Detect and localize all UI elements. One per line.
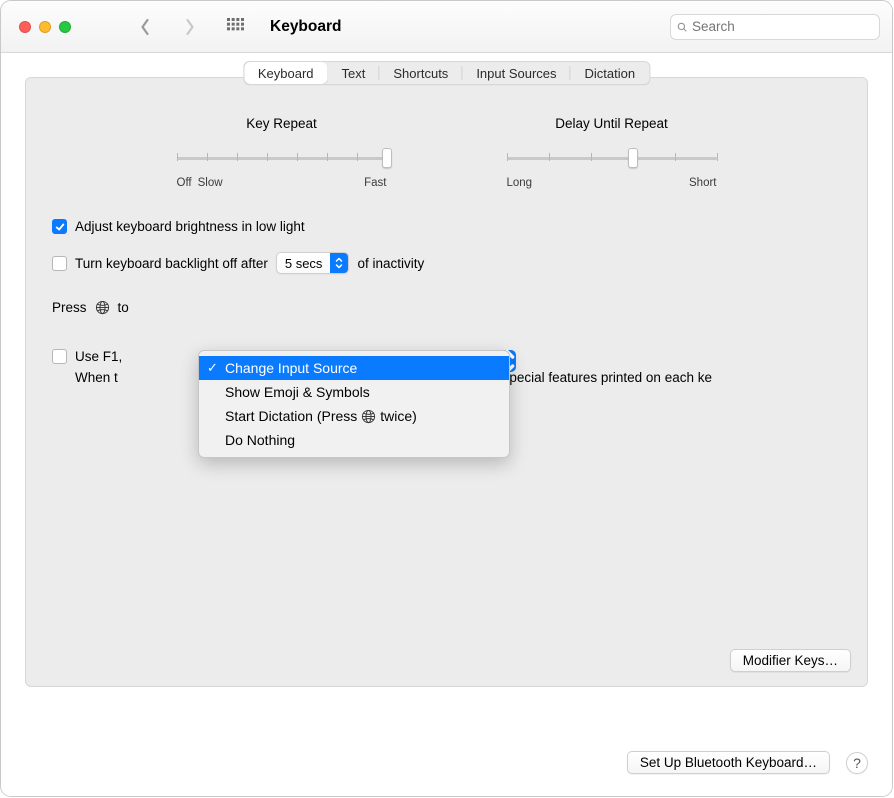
backlight-off-row: Turn keyboard backlight off after 5 secs… <box>52 252 841 274</box>
globe-icon <box>95 300 110 315</box>
tab-bar: KeyboardTextShortcutsInput SourcesDictat… <box>243 61 650 85</box>
search-field[interactable] <box>670 14 880 40</box>
backlight-off-label-before: Turn keyboard backlight off after <box>75 256 268 271</box>
globe-action-item-2[interactable]: Start Dictation (Press twice) <box>199 404 509 428</box>
keyboard-panel: Key Repeat Off Slow Fast Delay Until Rep… <box>25 77 868 687</box>
press-globe-before: Press <box>52 300 87 315</box>
adjust-brightness-label: Adjust keyboard brightness in low light <box>75 219 305 234</box>
key-repeat-slow-label: Slow <box>198 177 223 189</box>
modifier-keys-button[interactable]: Modifier Keys… <box>730 649 851 672</box>
press-globe-row: Press to <box>52 300 841 315</box>
delay-until-repeat-label: Delay Until Repeat <box>507 116 717 131</box>
delay-scale: Long Short <box>507 177 717 189</box>
titlebar: Keyboard <box>1 1 892 53</box>
backlight-off-select-value: 5 secs <box>277 256 331 271</box>
search-icon <box>677 19 692 34</box>
adjust-brightness-checkbox[interactable] <box>52 219 67 234</box>
key-repeat-fast-label: Fast <box>364 177 386 189</box>
tab-input-sources[interactable]: Input Sources <box>462 62 570 84</box>
delay-short-label: Short <box>689 177 717 189</box>
tab-keyboard[interactable]: Keyboard <box>244 62 328 84</box>
modifier-keys-wrap: Modifier Keys… <box>730 649 851 672</box>
sliders-row: Key Repeat Off Slow Fast Delay Until Rep… <box>52 116 841 189</box>
key-repeat-label: Key Repeat <box>177 116 387 131</box>
bottom-row: Set Up Bluetooth Keyboard… ? <box>627 751 868 774</box>
key-repeat-slider[interactable] <box>177 149 387 167</box>
tab-text[interactable]: Text <box>328 62 380 84</box>
search-input[interactable] <box>692 19 873 34</box>
delay-long-label: Long <box>507 177 533 189</box>
key-repeat-scale: Off Slow Fast <box>177 177 387 189</box>
close-button[interactable] <box>19 21 31 33</box>
tab-dictation[interactable]: Dictation <box>571 62 650 84</box>
key-repeat-block: Key Repeat Off Slow Fast <box>177 116 387 189</box>
window-controls <box>13 21 71 33</box>
use-fn-checkbox[interactable] <box>52 349 67 364</box>
adjust-brightness-row: Adjust keyboard brightness in low light <box>52 219 841 234</box>
delay-until-repeat-slider[interactable] <box>507 149 717 167</box>
backlight-off-label-after: of inactivity <box>357 256 424 271</box>
use-fn-label-before: Use F1, <box>75 349 122 364</box>
back-button[interactable] <box>137 17 153 37</box>
delay-until-repeat-block: Delay Until Repeat Long Short <box>507 116 717 189</box>
zoom-button[interactable] <box>59 21 71 33</box>
backlight-off-checkbox[interactable] <box>52 256 67 271</box>
bluetooth-keyboard-button[interactable]: Set Up Bluetooth Keyboard… <box>627 751 830 774</box>
globe-icon <box>361 409 376 424</box>
show-all-button[interactable] <box>227 18 244 35</box>
forward-button[interactable] <box>181 17 197 37</box>
globe-action-item-0[interactable]: Change Input Source <box>199 356 509 380</box>
tab-shortcuts[interactable]: Shortcuts <box>379 62 462 84</box>
globe-action-item-1[interactable]: Show Emoji & Symbols <box>199 380 509 404</box>
content-area: KeyboardTextShortcutsInput SourcesDictat… <box>1 53 892 796</box>
minimize-button[interactable] <box>39 21 51 33</box>
key-repeat-off-label: Off <box>177 177 192 189</box>
window-title: Keyboard <box>270 18 342 36</box>
backlight-off-select[interactable]: 5 secs <box>276 252 350 274</box>
globe-action-menu: Change Input SourceShow Emoji & SymbolsS… <box>198 350 510 458</box>
preferences-window: Keyboard KeyboardTextShortcutsInput Sour… <box>0 0 893 797</box>
nav-buttons <box>137 17 197 37</box>
help-button[interactable]: ? <box>846 752 868 774</box>
chevrons-icon <box>330 253 348 273</box>
globe-action-item-3[interactable]: Do Nothing <box>199 428 509 452</box>
press-globe-after: to <box>118 300 129 315</box>
